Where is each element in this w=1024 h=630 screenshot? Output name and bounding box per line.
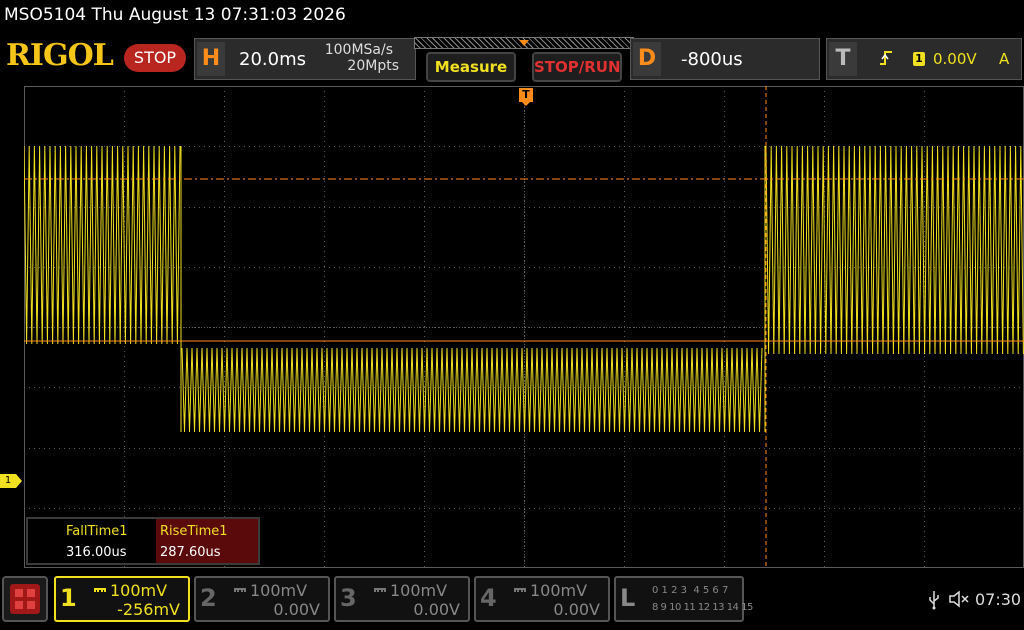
grid <box>24 86 1024 568</box>
delay-tag: D <box>633 42 661 76</box>
channel-3-scale: 100mV <box>390 581 448 600</box>
ch1-marker-label: 1 <box>4 475 12 486</box>
timebase-value: 20.0ms <box>239 49 306 70</box>
ch1-burst-low <box>181 347 763 433</box>
trigger-mode: A <box>999 50 1010 68</box>
usb-icon <box>929 591 939 610</box>
rigol-logo: RIGOL <box>6 38 114 73</box>
title-bar: MSO5104 Thu August 13 07:31:03 2026 <box>0 0 1024 34</box>
speaker-muted-icon[interactable] <box>948 590 970 608</box>
rising-edge-icon <box>880 51 892 65</box>
logic-panel[interactable]: L 0 1 2 3 4 5 6 7 8 9 10 11 12 13 14 15 <box>614 576 753 622</box>
sample-rate: 100MSa/s <box>324 42 393 58</box>
channel-4-number: 4 <box>480 584 497 612</box>
dc-coupling-icon <box>94 588 106 592</box>
dc-coupling-icon <box>374 588 386 592</box>
measure-button[interactable]: Measure <box>426 52 516 82</box>
channel-3-panel[interactable]: 3 100mV 0.00V <box>334 576 470 622</box>
ch1-level-marker[interactable]: 1 <box>0 474 22 488</box>
horizontal-panel[interactable]: H 20.0ms 100MSa/s 20Mpts <box>194 38 416 80</box>
device-title: MSO5104 Thu August 13 07:31:03 2026 <box>4 5 346 25</box>
delay-panel[interactable]: D -800us <box>630 38 820 80</box>
logic-channels-row1: 0 1 2 3 4 5 6 7 <box>652 585 729 596</box>
measurement-1-value: 316.00us <box>66 545 127 560</box>
trigger-source-badge: 1 <box>913 52 925 66</box>
channel-4-scale: 100mV <box>530 581 588 600</box>
delay-value: -800us <box>681 49 743 70</box>
measurement-1-name: FallTime1 <box>66 524 128 539</box>
measurement-2-name: RiseTime1 <box>160 524 228 539</box>
channel-2-panel[interactable]: 2 100mV 0.00V <box>194 576 330 622</box>
channel-2-scale: 100mV <box>250 581 308 600</box>
measurement-2[interactable]: RiseTime1 287.60us <box>156 519 258 563</box>
waveform-display[interactable] <box>23 86 1024 568</box>
logic-channels-row2: 8 9 10 11 12 13 14 15 <box>652 602 753 613</box>
channel-1-panel[interactable]: 1 100mV -256mV <box>54 576 190 622</box>
channel-2-offset: 0.00V <box>273 600 320 619</box>
channel-2-number: 2 <box>200 584 217 612</box>
menu-grid-icon <box>10 584 40 614</box>
ch1-burst-high-right <box>765 145 1024 355</box>
channel-1-offset: -256mV <box>117 600 180 619</box>
measurement-2-value: 287.60us <box>160 545 221 560</box>
dc-coupling-icon <box>514 588 526 592</box>
trigger-tag: T <box>829 42 857 76</box>
measurement-1[interactable]: FallTime1 316.00us <box>28 519 156 563</box>
channel-1-scale: 100mV <box>110 581 168 600</box>
trigger-marker-label: T <box>522 88 530 101</box>
memory-depth: 20Mpts <box>347 58 399 74</box>
measurement-panel: FallTime1 316.00us RiseTime1 287.60us <box>26 517 260 565</box>
stop-run-button[interactable]: STOP/RUN <box>532 52 622 82</box>
trigger-position-marker[interactable]: T <box>519 88 533 106</box>
channel-1-number: 1 <box>60 584 77 612</box>
trigger-panel[interactable]: T 1 0.00V A <box>826 38 1022 80</box>
channel-3-number: 3 <box>340 584 357 612</box>
channel-3-offset: 0.00V <box>413 600 460 619</box>
channel-4-offset: 0.00V <box>553 600 600 619</box>
timeline-trigger-marker <box>519 40 529 46</box>
channel-4-panel[interactable]: 4 100mV 0.00V <box>474 576 610 622</box>
ch1-trace <box>23 145 1024 433</box>
run-state-badge[interactable]: STOP <box>124 44 186 72</box>
trigger-level: 0.00V <box>933 50 977 68</box>
horizontal-tag: H <box>197 42 225 76</box>
ch1-burst-high-left <box>23 145 181 345</box>
menu-button[interactable] <box>2 576 48 622</box>
status-time: 07:30 <box>975 590 1022 609</box>
dc-coupling-icon <box>234 588 246 592</box>
logic-tag: L <box>620 584 636 612</box>
waveform-svg <box>23 86 1024 568</box>
